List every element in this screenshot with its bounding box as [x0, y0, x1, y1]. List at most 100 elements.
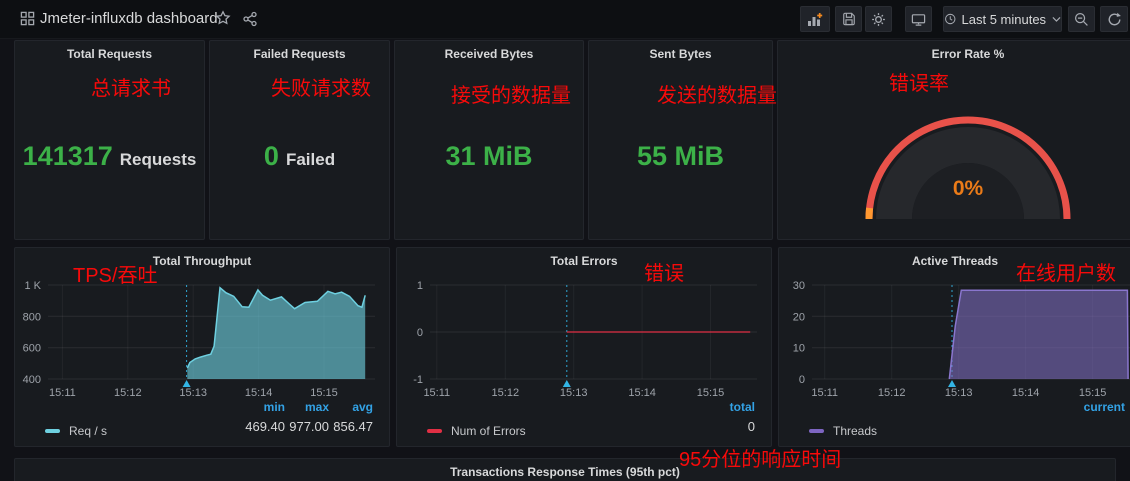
stat-value: 141317 Requests: [15, 141, 204, 172]
svg-text:0: 0: [417, 327, 423, 339]
annotation-errors: 错误: [644, 263, 684, 285]
dashboard-title[interactable]: Jmeter-influxdb dashboard: [40, 10, 218, 27]
legend-swatch: [427, 429, 442, 433]
stat-min: min 469.40: [245, 400, 285, 434]
legend-stats: total 0: [711, 400, 755, 434]
stat-value: 31 MiB: [395, 141, 583, 172]
stat-suffix: Failed: [285, 150, 336, 169]
panel-total-throughput: 400 600 800 1 K 15:11 15:12 15:13 15:14 15:15 To…: [14, 247, 390, 447]
annotation-threads: 在线用户数: [1016, 263, 1116, 285]
panel-active-threads: 0 10 20 30 15:11 15:12 15:13 15:14 15:15 Active …: [778, 247, 1130, 447]
svg-text:15:15: 15:15: [1079, 387, 1107, 399]
panel-total-errors: -1 0 1 15:11 15:12 15:13 15:14 15:15 Total Erro…: [396, 247, 772, 447]
star-icon[interactable]: [215, 10, 231, 31]
annotation-total-requests: 总请求书: [91, 78, 171, 100]
gauge-value: 0%: [952, 177, 984, 200]
legend-stats: current: [1081, 400, 1125, 419]
clock-icon: [945, 13, 956, 25]
svg-text:15:12: 15:12: [492, 387, 520, 399]
panel-title[interactable]: Sent Bytes: [589, 47, 772, 61]
legend-swatch: [809, 429, 824, 433]
svg-text:10: 10: [793, 343, 805, 355]
svg-text:15:11: 15:11: [423, 387, 450, 399]
panel-failed-requests: Failed Requests 失败请求数 0 Failed: [209, 40, 390, 240]
stat-number: 31 MiB: [445, 141, 533, 171]
svg-text:15:14: 15:14: [1012, 387, 1040, 399]
svg-text:15:12: 15:12: [114, 387, 142, 399]
time-range-label: Last 5 minutes: [961, 11, 1047, 27]
save-dashboard-button[interactable]: [835, 6, 862, 32]
stat-avg: avg 856.47: [333, 400, 373, 434]
panel-received-bytes: Received Bytes 接受的数据量 31 MiB: [394, 40, 584, 240]
apps-grid-icon[interactable]: [20, 11, 35, 31]
legend-threads: Threads: [809, 424, 877, 438]
annotation-sent-bytes: 发送的数据量: [657, 85, 777, 107]
stat-number: 55 MiB: [636, 141, 725, 171]
zoom-out-icon: [1074, 12, 1088, 26]
save-icon: [842, 12, 855, 26]
svg-text:20: 20: [793, 311, 805, 323]
legend-errors: Num of Errors: [427, 424, 526, 438]
legend-label[interactable]: Num of Errors: [451, 424, 526, 438]
tv-cycle-icon: [911, 13, 926, 26]
dashboard-header: Jmeter-influxdb dashboard Last 5 minutes: [0, 0, 1130, 39]
panel-response-times: Transactions Response Times (95th pct): [14, 458, 1116, 481]
legend-label[interactable]: Threads: [833, 424, 877, 438]
stat-total: total 0: [729, 400, 755, 434]
annotation-received-bytes: 接受的数据量: [451, 85, 571, 107]
stat-number: 141317: [22, 141, 113, 171]
svg-text:800: 800: [23, 311, 41, 323]
dashboard-settings-button[interactable]: [865, 6, 892, 32]
svg-text:-1: -1: [413, 374, 423, 386]
svg-text:15:12: 15:12: [878, 387, 906, 399]
time-range-picker[interactable]: Last 5 minutes: [943, 6, 1062, 32]
svg-text:15:11: 15:11: [49, 387, 76, 399]
svg-text:400: 400: [23, 374, 41, 386]
grafana-dashboard: Jmeter-influxdb dashboard Last 5 minutes…: [0, 0, 1130, 481]
panel-title[interactable]: Total Requests: [15, 47, 204, 61]
annotation-throughput: TPS/吞吐: [73, 265, 158, 287]
refresh-icon: [1108, 12, 1121, 25]
legend-label[interactable]: Req / s: [69, 424, 107, 438]
stat-number: 0: [263, 141, 279, 171]
panel-error-rate-gauge: Error Rate % 错误率 0%: [777, 40, 1130, 240]
svg-text:15:13: 15:13: [945, 387, 973, 399]
panel-title[interactable]: Transactions Response Times (95th pct): [15, 465, 1115, 479]
stat-current: current: [1083, 400, 1125, 414]
stat-max: max 977.00: [289, 400, 329, 434]
panel-title[interactable]: Total Throughput: [15, 254, 389, 268]
legend-throughput: Req / s: [45, 424, 107, 438]
caret-down-icon: [1052, 16, 1061, 22]
error-rate-gauge: [865, 116, 1071, 220]
panel-title[interactable]: Received Bytes: [395, 47, 583, 61]
annotation-error-rate: 错误率: [889, 73, 949, 95]
add-panel-icon: [808, 12, 823, 26]
annotation-failed-requests: 失败请求数: [271, 78, 371, 100]
share-icon[interactable]: [242, 11, 258, 32]
legend-stats: min 469.40 max 977.00 avg 856.47: [241, 400, 373, 434]
svg-text:1 K: 1 K: [24, 280, 41, 292]
panel-title[interactable]: Failed Requests: [210, 47, 389, 61]
stat-value: 55 MiB: [589, 141, 772, 172]
svg-text:15:14: 15:14: [245, 387, 273, 399]
add-panel-button[interactable]: [800, 6, 830, 32]
legend-swatch: [45, 429, 60, 433]
gauge-value-arc: [865, 207, 874, 220]
settings-gear-icon: [872, 12, 885, 26]
svg-text:600: 600: [23, 343, 41, 355]
stat-value: 0 Failed: [210, 141, 389, 172]
panel-title[interactable]: Total Errors: [397, 254, 771, 268]
svg-text:1: 1: [417, 280, 423, 292]
svg-text:15:13: 15:13: [179, 387, 207, 399]
stat-suffix: Requests: [119, 150, 197, 169]
refresh-button[interactable]: [1100, 6, 1128, 32]
svg-text:15:15: 15:15: [310, 387, 338, 399]
svg-text:15:15: 15:15: [697, 387, 725, 399]
cycle-view-button[interactable]: [905, 6, 932, 32]
svg-text:15:11: 15:11: [811, 387, 838, 399]
svg-text:30: 30: [793, 280, 805, 292]
annotation-response-times: 95分位的响应时间: [679, 449, 842, 471]
svg-text:15:13: 15:13: [560, 387, 588, 399]
panel-total-requests: Total Requests 总请求书 141317 Requests: [14, 40, 205, 240]
zoom-out-button[interactable]: [1068, 6, 1095, 32]
